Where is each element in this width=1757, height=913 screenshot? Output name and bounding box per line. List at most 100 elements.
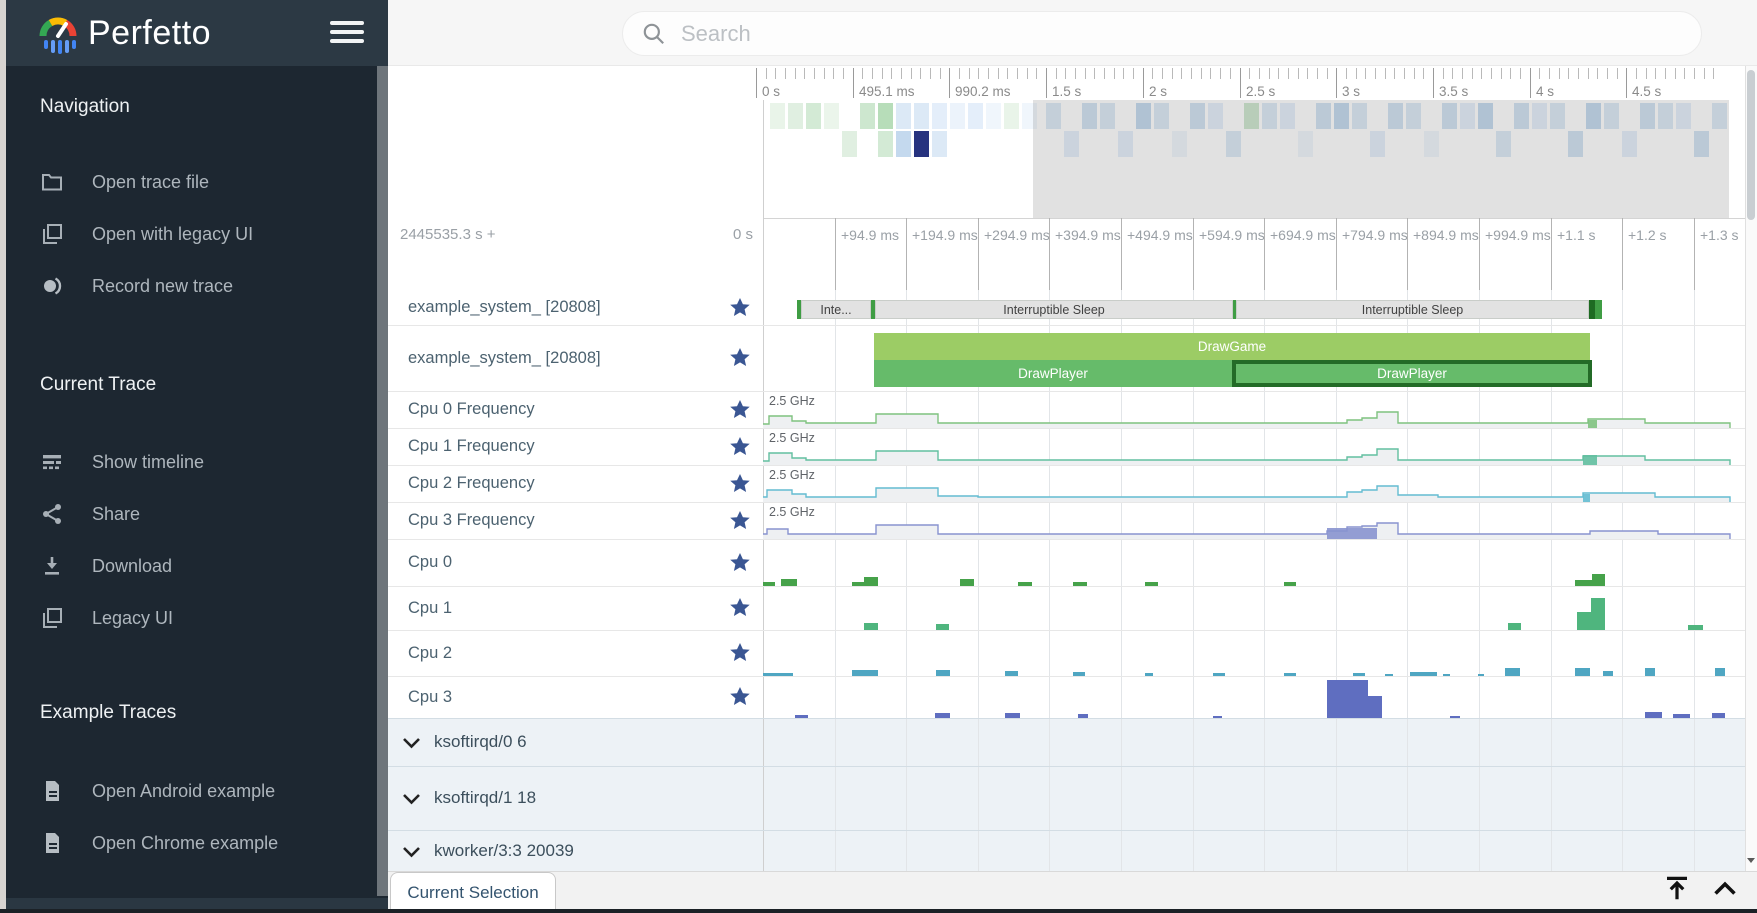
cpu-frequency-counter-chart[interactable] <box>763 465 1745 502</box>
chevron-up-icon[interactable] <box>1712 877 1738 908</box>
sidebar-item-record-new-trace[interactable]: Record new trace <box>40 272 370 300</box>
overview-minor-tick <box>882 68 883 79</box>
overview-major-tick <box>1433 68 1434 98</box>
overview-minor-tick <box>1114 68 1115 79</box>
overview-major-tick <box>1143 68 1144 98</box>
time-ruler-tick-label: +1.2 s <box>1628 218 1667 252</box>
cpu-sched-slice[interactable] <box>1505 668 1520 676</box>
time-ruler-tick-label: +994.9 ms <box>1485 218 1551 252</box>
tab-current-selection[interactable]: Current Selection <box>390 872 556 913</box>
cpu-sched-slice[interactable] <box>1645 668 1655 676</box>
overview-minor-tick <box>1181 68 1182 79</box>
overview-minor-tick <box>1568 68 1569 79</box>
chevron-down-icon[interactable] <box>402 736 422 748</box>
cpu-sched-slice[interactable] <box>1577 612 1591 630</box>
menu-icon[interactable] <box>330 21 364 45</box>
minimap-cell <box>950 103 965 129</box>
star-icon[interactable] <box>728 346 752 370</box>
track-name-label: Cpu 1 Frequency <box>408 428 535 465</box>
slice[interactable]: DrawPlayer <box>874 360 1232 387</box>
star-icon[interactable] <box>728 472 752 496</box>
star-icon[interactable] <box>728 509 752 533</box>
star-icon[interactable] <box>728 435 752 459</box>
sidebar-item-share[interactable]: Share <box>40 500 370 528</box>
sidebar-item-open-chrome-example[interactable]: Open Chrome example <box>40 829 370 857</box>
sidebar-item-open-android-example[interactable]: Open Android example <box>40 777 370 805</box>
overview-major-tick <box>756 68 757 98</box>
slice[interactable]: DrawGame <box>874 333 1590 360</box>
track-name-label: example_system_ [20808] <box>408 325 601 391</box>
scrollbar-down-arrow-icon[interactable] <box>1744 853 1757 872</box>
sidebar-scrollbar[interactable] <box>377 66 388 896</box>
overview-minor-tick <box>1317 68 1318 79</box>
grid-tick-dark <box>1407 218 1408 290</box>
folder-open-icon <box>40 170 66 194</box>
thread-state-slice[interactable]: Inte... <box>801 300 871 319</box>
overview-minor-tick <box>1065 68 1066 79</box>
cpu-frequency-counter-chart[interactable] <box>763 502 1745 539</box>
cpu-frequency-counter-chart[interactable] <box>763 428 1745 465</box>
overview-minor-tick <box>1027 68 1028 79</box>
star-icon[interactable] <box>728 551 752 575</box>
overview-tick-label: 2 s <box>1149 84 1167 99</box>
cpu-sched-slice[interactable] <box>864 623 878 630</box>
thread-state-slice[interactable]: Interruptible Sleep <box>875 300 1233 319</box>
cpu-sched-slice[interactable] <box>1715 668 1725 676</box>
overview-minor-tick <box>1249 68 1250 79</box>
search-box[interactable] <box>622 11 1702 56</box>
sidebar-item-legacy-ui[interactable]: Legacy UI <box>40 604 370 632</box>
grid-line <box>835 290 836 871</box>
overview-minor-tick <box>901 68 902 79</box>
vertical-align-top-icon[interactable] <box>1662 873 1692 908</box>
star-icon[interactable] <box>728 685 752 709</box>
sidebar-item-download[interactable]: Download <box>40 552 370 580</box>
sidebar-item-open-trace-file[interactable]: Open trace file <box>40 168 370 196</box>
overview-minor-tick <box>1404 68 1405 79</box>
overview-minor-tick <box>1210 68 1211 79</box>
scrollbar-thumb[interactable] <box>1747 70 1755 220</box>
sidebar-item-open-with-legacy-ui[interactable]: Open with legacy UI <box>40 220 370 248</box>
chevron-down-icon[interactable] <box>402 792 422 804</box>
cpu-sched-slice[interactable] <box>864 577 878 586</box>
overview-minor-tick <box>920 68 921 79</box>
cpu-sched-slice[interactable] <box>1327 680 1368 718</box>
overview-minor-tick <box>969 68 970 79</box>
overview-minor-tick <box>988 68 989 79</box>
slice-selected[interactable]: DrawPlayer <box>1232 360 1592 387</box>
cpu-sched-slice[interactable] <box>781 579 797 586</box>
minimap-cell <box>878 103 893 129</box>
search-input[interactable] <box>679 20 1583 48</box>
overview-tick-label: 495.1 ms <box>859 84 915 99</box>
thread-state-slice[interactable]: Interruptible Sleep <box>1236 300 1589 319</box>
overview-minor-tick <box>911 68 912 79</box>
cpu-sched-slice[interactable] <box>1591 598 1605 630</box>
cpu-frequency-counter-chart[interactable] <box>763 391 1745 428</box>
cpu-sched-slice[interactable] <box>960 579 974 586</box>
minimap-cell <box>842 131 857 157</box>
sidebar-item-show-timeline[interactable]: Show timeline <box>40 448 370 476</box>
app-title: Perfetto <box>88 14 211 53</box>
star-icon[interactable] <box>728 398 752 422</box>
time-ruler-tick-label: +794.9 ms <box>1342 218 1408 252</box>
sidebar-item-label: Share <box>92 504 140 525</box>
sidebar: Perfetto NavigationOpen trace fileOpen w… <box>0 0 388 913</box>
star-icon[interactable] <box>728 641 752 665</box>
cpu-sched-slice[interactable] <box>1575 668 1590 676</box>
grid-tick-dark <box>978 218 979 290</box>
track-name-label: example_system_ [20808] <box>408 290 601 325</box>
grid-tick-dark <box>1264 218 1265 290</box>
overview-minor-tick <box>1423 68 1424 79</box>
thread-state-slice[interactable] <box>1595 300 1602 319</box>
grid-line <box>1622 290 1623 871</box>
chevron-down-icon[interactable] <box>402 845 422 857</box>
cpu-sched-slice[interactable] <box>1368 696 1382 718</box>
overview-minor-tick <box>940 68 941 79</box>
cpu-sched-slice[interactable] <box>1592 574 1605 586</box>
star-icon[interactable] <box>728 296 752 320</box>
star-icon[interactable] <box>728 596 752 620</box>
row-divider <box>388 766 1745 767</box>
minimap-cell <box>896 131 911 157</box>
overview-minor-tick <box>1365 68 1366 79</box>
minimap-viewport[interactable] <box>1033 100 1729 218</box>
cpu-sched-slice[interactable] <box>1508 623 1521 630</box>
